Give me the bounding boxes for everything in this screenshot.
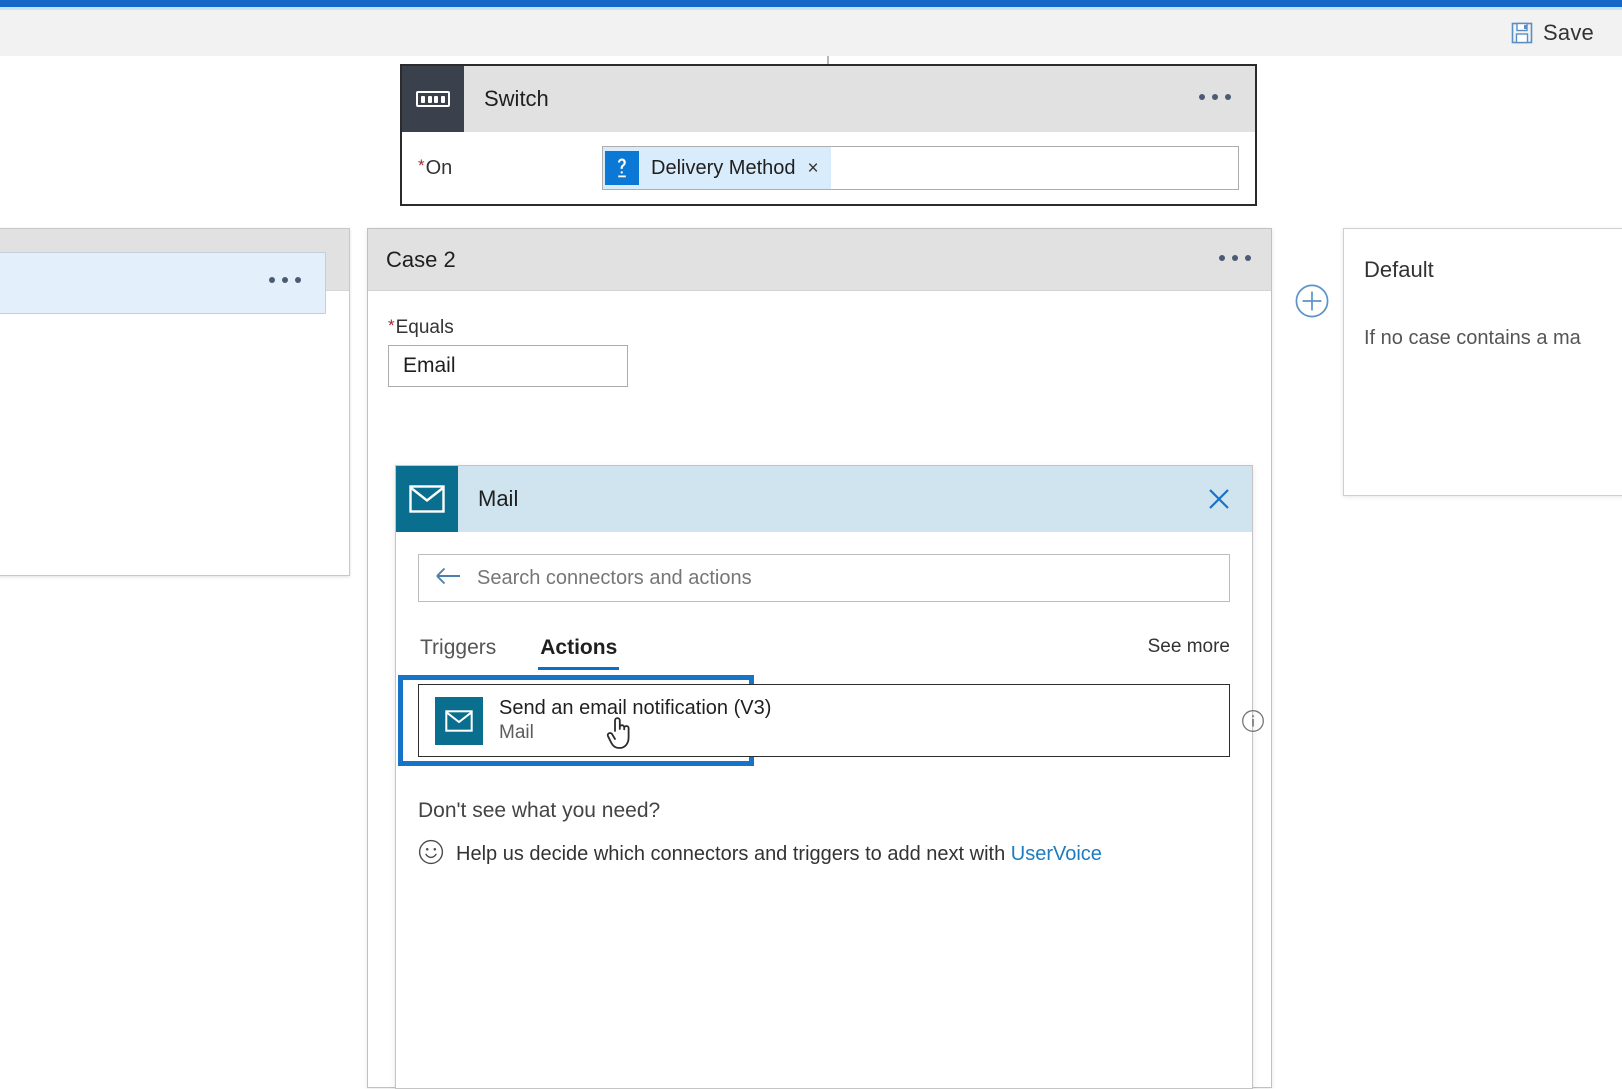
default-case-description: If no case contains a ma <box>1364 327 1581 349</box>
case-2-card-menu-button[interactable] <box>1215 249 1255 267</box>
save-button-label: Save <box>1543 20 1594 45</box>
smiley-face-icon <box>418 839 444 870</box>
switch-icon <box>402 66 464 132</box>
required-marker: * <box>418 155 425 175</box>
mail-connector-panel: Mail Search connectors and actions Trigg… <box>395 465 1264 1089</box>
search-input-placeholder: Search connectors and actions <box>477 566 752 589</box>
switch-card-title: Switch <box>484 86 549 111</box>
help-text-before: Help us decide which connectors and trig… <box>456 843 1011 865</box>
switch-on-input[interactable]: Delivery Method × <box>602 146 1239 190</box>
case-2-card-header: Case 2 <box>368 229 1271 291</box>
dynamic-content-token[interactable]: Delivery Method × <box>603 147 831 189</box>
list-item-texts: Send an email notification (V3) Mail <box>499 696 771 745</box>
top-accent-bar <box>0 0 1622 7</box>
info-circle-icon[interactable] <box>1241 709 1265 733</box>
command-bar <box>0 10 1622 57</box>
search-connectors-input[interactable]: Search connectors and actions <box>418 554 1230 602</box>
back-arrow-icon[interactable] <box>435 567 461 590</box>
mail-panel-header: Mail <box>396 466 1252 532</box>
switch-on-field-label: *On <box>402 157 602 180</box>
default-case-title: Default <box>1364 257 1434 282</box>
remove-token-button[interactable]: × <box>808 159 819 178</box>
flow-designer-canvas: Switch *On Delivery Method × Case 2 *Equ… <box>0 56 1622 1089</box>
default-case-card[interactable]: Default If no case contains a ma <box>1343 228 1622 496</box>
case-2-card-title: Case 2 <box>386 246 456 272</box>
action-connector-label: Mail <box>499 722 534 744</box>
mail-panel-title: Mail <box>478 486 519 511</box>
action-name-label: Send an email notification (V3) <box>499 697 772 720</box>
list-item[interactable]: Send an email notification (V3) Mail <box>418 684 1264 757</box>
add-case-button[interactable] <box>1295 284 1329 318</box>
case-1-inner-action-card[interactable] <box>0 252 326 314</box>
dynamic-content-token-label: Delivery Method <box>651 156 796 179</box>
tab-actions[interactable]: Actions <box>538 636 620 670</box>
command-bar-right-group: Save <box>1505 10 1600 56</box>
case-2-card-body: *Equals Email <box>368 291 1271 387</box>
case-1-inner-action-menu-button[interactable] <box>265 271 305 289</box>
connector-tabs: Triggers Actions See more <box>418 624 1230 670</box>
switch-card-menu-button[interactable] <box>1195 88 1235 106</box>
dynamic-content-icon <box>605 151 639 185</box>
switch-card-body: *On Delivery Method × <box>402 132 1255 204</box>
uservoice-link[interactable]: UserVoice <box>1011 843 1102 865</box>
save-floppy-icon <box>1511 22 1533 44</box>
action-results-list: Send an email notification (V3) Mail <box>398 675 1264 766</box>
case-2-card[interactable]: Case 2 *Equals Email Mail Search connect… <box>367 228 1272 1089</box>
save-button[interactable]: Save <box>1505 16 1600 50</box>
switch-action-card[interactable]: Switch *On Delivery Method × <box>400 64 1257 206</box>
help-section-row: Help us decide which connectors and trig… <box>418 839 1230 870</box>
case-2-equals-field-label: *Equals <box>388 317 1271 339</box>
envelope-icon <box>435 696 483 745</box>
close-icon[interactable] <box>1202 482 1236 516</box>
mail-panel-body: Search connectors and actions Triggers A… <box>396 532 1264 870</box>
tab-triggers[interactable]: Triggers <box>418 636 498 670</box>
help-section-text: Help us decide which connectors and trig… <box>456 843 1102 866</box>
case-2-equals-label-text: Equals <box>395 317 454 338</box>
envelope-icon <box>396 466 458 532</box>
case-2-equals-input[interactable]: Email <box>388 345 628 387</box>
switch-card-header: Switch <box>402 66 1255 132</box>
required-marker: * <box>388 316 395 335</box>
help-section: Don't see what you need? Help us decide … <box>418 799 1230 870</box>
help-section-title: Don't see what you need? <box>418 799 661 822</box>
see-more-link[interactable]: See more <box>1148 636 1230 658</box>
switch-on-label-text: On <box>425 156 453 179</box>
